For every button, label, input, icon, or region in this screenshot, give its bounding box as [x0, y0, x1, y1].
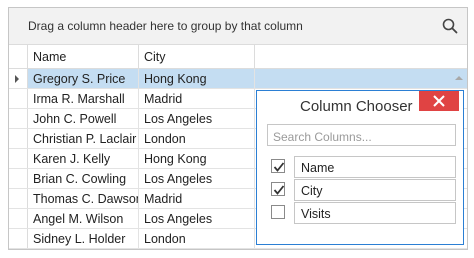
cell-name[interactable]: Irma R. Marshall: [28, 89, 139, 108]
cell-name[interactable]: Angel M. Wilson: [28, 209, 139, 228]
row-indicator: [9, 89, 28, 108]
cell-city[interactable]: Los Angeles: [139, 209, 255, 228]
column-chooser-item-label: Visits: [294, 202, 456, 224]
row-indicator: [9, 209, 28, 228]
cell-name[interactable]: Sidney L. Holder: [28, 229, 139, 248]
cell-city[interactable]: Madrid: [139, 189, 255, 208]
row-indicator: [9, 109, 28, 128]
column-visibility-checkbox[interactable]: [271, 182, 285, 196]
column-chooser-item[interactable]: Visits: [267, 202, 456, 224]
cell-city[interactable]: London: [139, 129, 255, 148]
cell-city[interactable]: Hong Kong: [139, 149, 255, 168]
close-button[interactable]: [419, 91, 459, 111]
column-chooser-item[interactable]: Name: [267, 156, 456, 178]
cell-name[interactable]: Christian P. Laclair: [28, 129, 139, 148]
cell-city[interactable]: Hong Kong: [139, 69, 255, 88]
row-indicator-arrow-icon: [15, 75, 19, 83]
table-row[interactable]: Gregory S. Price Hong Kong: [9, 69, 467, 89]
column-chooser-title: Column Chooser: [300, 98, 413, 115]
cell-city[interactable]: Madrid: [139, 89, 255, 108]
column-chooser-item-label: City: [294, 179, 456, 201]
indicator-header: [9, 45, 28, 68]
cell-city[interactable]: Los Angeles: [139, 169, 255, 188]
row-indicator: [9, 169, 28, 188]
column-chooser-panel: Column Chooser NameCityVisits: [256, 90, 464, 245]
scroll-up-arrow-icon[interactable]: [455, 76, 463, 80]
cell-name[interactable]: Thomas C. Dawson: [28, 189, 139, 208]
group-panel[interactable]: Drag a column header here to group by th…: [9, 8, 467, 45]
column-header-city[interactable]: City: [139, 45, 255, 68]
close-icon: [433, 95, 445, 107]
group-panel-text: Drag a column header here to group by th…: [28, 19, 303, 33]
row-indicator: [9, 69, 28, 88]
column-visibility-checkbox[interactable]: [271, 159, 285, 173]
column-header-name[interactable]: Name: [28, 45, 139, 68]
column-visibility-checkbox[interactable]: [271, 205, 285, 219]
column-chooser-item-label: Name: [294, 156, 456, 178]
row-indicator: [9, 229, 28, 248]
cell-name[interactable]: Karen J. Kelly: [28, 149, 139, 168]
check-icon: [273, 185, 285, 195]
cell-city[interactable]: London: [139, 229, 255, 248]
column-chooser-item[interactable]: City: [267, 179, 456, 201]
row-indicator: [9, 189, 28, 208]
cell-name[interactable]: Brian C. Cowling: [28, 169, 139, 188]
cell-city[interactable]: Los Angeles: [139, 109, 255, 128]
search-columns-input[interactable]: [267, 124, 456, 146]
cell-name[interactable]: John C. Powell: [28, 109, 139, 128]
column-header-row: Name City: [9, 45, 467, 69]
row-indicator: [9, 149, 28, 168]
search-icon[interactable]: [441, 17, 459, 35]
row-indicator: [9, 129, 28, 148]
cell-name[interactable]: Gregory S. Price: [28, 69, 139, 88]
check-icon: [273, 162, 285, 172]
